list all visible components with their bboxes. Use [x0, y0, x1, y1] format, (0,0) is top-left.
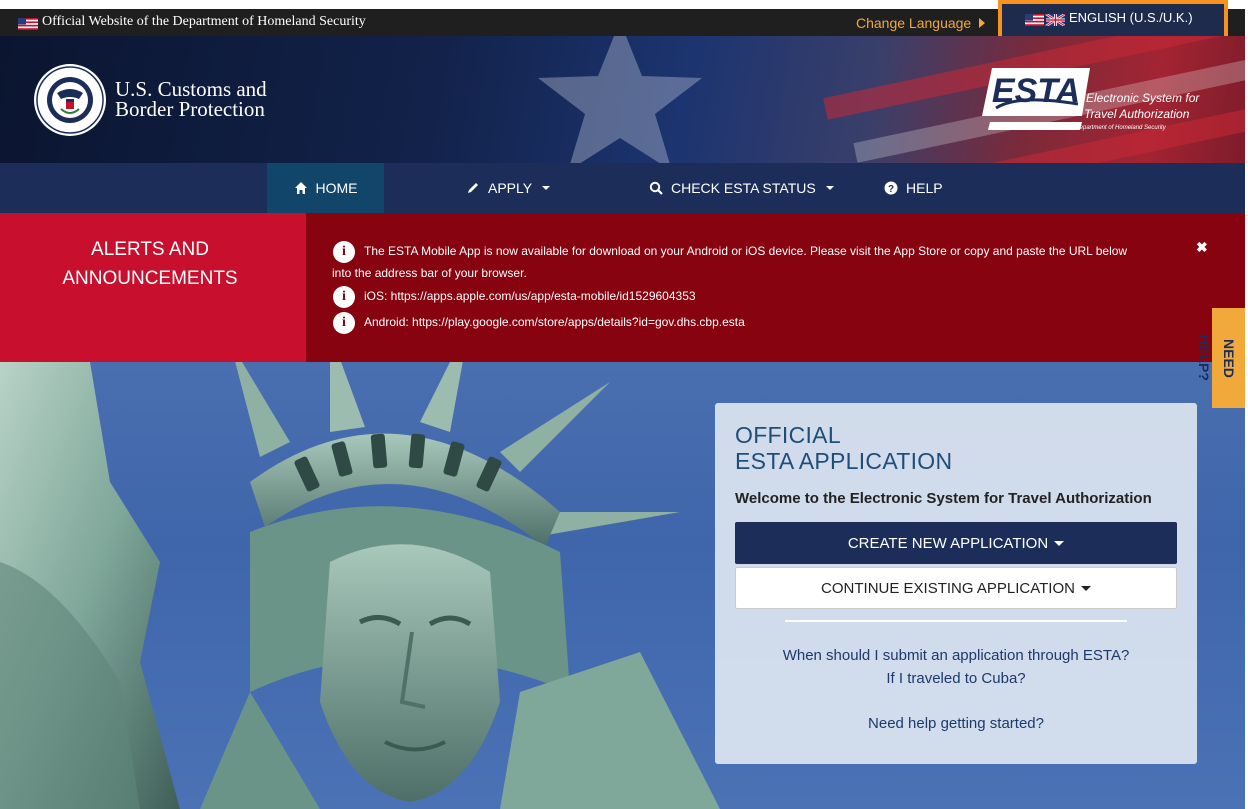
search-icon	[649, 181, 663, 195]
continue-existing-application-button[interactable]: CONTINUE EXISTING APPLICATION	[735, 567, 1177, 609]
nav-home[interactable]: HOME	[267, 163, 384, 213]
nav-help-label: HELP	[906, 180, 943, 196]
divider	[785, 620, 1127, 622]
alert-message-ios[interactable]: iOS: https://apps.apple.com/us/app/esta-…	[364, 285, 696, 307]
nav-help[interactable]: ? HELP	[884, 163, 943, 213]
close-icon[interactable]: ✖	[1196, 239, 1208, 256]
home-icon	[294, 182, 307, 194]
alerts-content: i The ESTA Mobile App is now available f…	[306, 213, 1245, 362]
nav-check-status[interactable]: CHECK ESTA STATUS	[649, 163, 834, 213]
nav-apply-label: APPLY	[488, 180, 533, 196]
svg-text:?: ?	[888, 184, 894, 195]
chevron-down-icon	[825, 186, 834, 190]
flag-star-decoration	[538, 36, 702, 163]
svg-text:ESTA: ESTA	[992, 72, 1080, 110]
nav-check-status-label: CHECK ESTA STATUS	[671, 180, 816, 196]
panel-heading-line1: OFFICIAL	[735, 422, 841, 448]
chevron-down-icon	[1054, 540, 1065, 546]
us-flag-icon	[18, 18, 38, 30]
statue-of-liberty-image	[0, 362, 720, 809]
welcome-text: Welcome to the Electronic System for Tra…	[735, 490, 1152, 507]
create-button-label: CREATE NEW APPLICATION	[847, 534, 1049, 552]
agency-name-line2: Border Protection	[115, 97, 265, 121]
alerts-heading-box: ALERTS AND ANNOUNCEMENTS	[0, 213, 306, 362]
alert-message-1-cont: into the address bar of your browser.	[332, 266, 527, 280]
info-icon: i	[333, 312, 355, 334]
chevron-down-icon	[1080, 585, 1091, 591]
question-circle-icon: ?	[884, 181, 898, 195]
nav-home-label: HOME	[315, 180, 358, 196]
caret-right-icon	[979, 18, 985, 28]
alerts-title-line1: ALERTS AND	[91, 239, 209, 260]
site-header: U.S. Customs and Border Protection ESTA …	[0, 36, 1245, 163]
need-help-tab[interactable]: NEED HELP?	[1196, 308, 1245, 408]
need-help-getting-started-link[interactable]: Need help getting started?	[715, 715, 1197, 732]
dhs-seal-icon[interactable]	[33, 63, 107, 137]
language-button[interactable]: ENGLISH (U.S./U.K.)	[998, 0, 1228, 41]
pencil-icon	[468, 183, 478, 193]
application-panel: OFFICIAL ESTA APPLICATION Welcome to the…	[715, 403, 1197, 764]
info-icon: i	[333, 286, 355, 308]
esta-subtitle-line1: Electronic System for	[1086, 91, 1200, 105]
need-help-label: NEED HELP?	[1196, 335, 1237, 381]
continue-button-label: CONTINUE EXISTING APPLICATION	[821, 579, 1075, 597]
chevron-down-icon	[542, 186, 551, 190]
alert-message-1: The ESTA Mobile App is now available for…	[364, 244, 1128, 258]
alerts-title-line2: ANNOUNCEMENTS	[62, 268, 238, 289]
info-icon: i	[333, 241, 355, 263]
panel-heading-line2: ESTA APPLICATION	[735, 448, 953, 474]
main-nav: HOME APPLY CHECK ESTA STATUS ? HELP	[0, 163, 1245, 213]
official-website-text: Official Website of the Department of Ho…	[42, 14, 366, 29]
nav-apply[interactable]: APPLY	[466, 163, 551, 213]
create-new-application-button[interactable]: CREATE NEW APPLICATION	[735, 522, 1177, 564]
traveled-to-cuba-link[interactable]: If I traveled to Cuba?	[715, 670, 1197, 687]
when-to-submit-link[interactable]: When should I submit an application thro…	[715, 647, 1197, 664]
agency-name[interactable]: U.S. Customs and Border Protection	[115, 77, 267, 121]
esta-subtitle-line3: U.S. Department of Homeland Security	[1062, 125, 1166, 131]
agency-name-line1: U.S. Customs and	[115, 77, 267, 101]
alert-message-android[interactable]: Android: https://play.google.com/store/a…	[364, 311, 745, 333]
us-uk-flag-icon	[1025, 14, 1065, 26]
language-label: ENGLISH (U.S./U.K.)	[1069, 10, 1193, 25]
esta-subtitle-line2: Travel Authorization	[1084, 107, 1190, 121]
change-language-link[interactable]: Change Language	[856, 15, 971, 31]
alerts-title: ALERTS AND ANNOUNCEMENTS	[0, 235, 300, 293]
